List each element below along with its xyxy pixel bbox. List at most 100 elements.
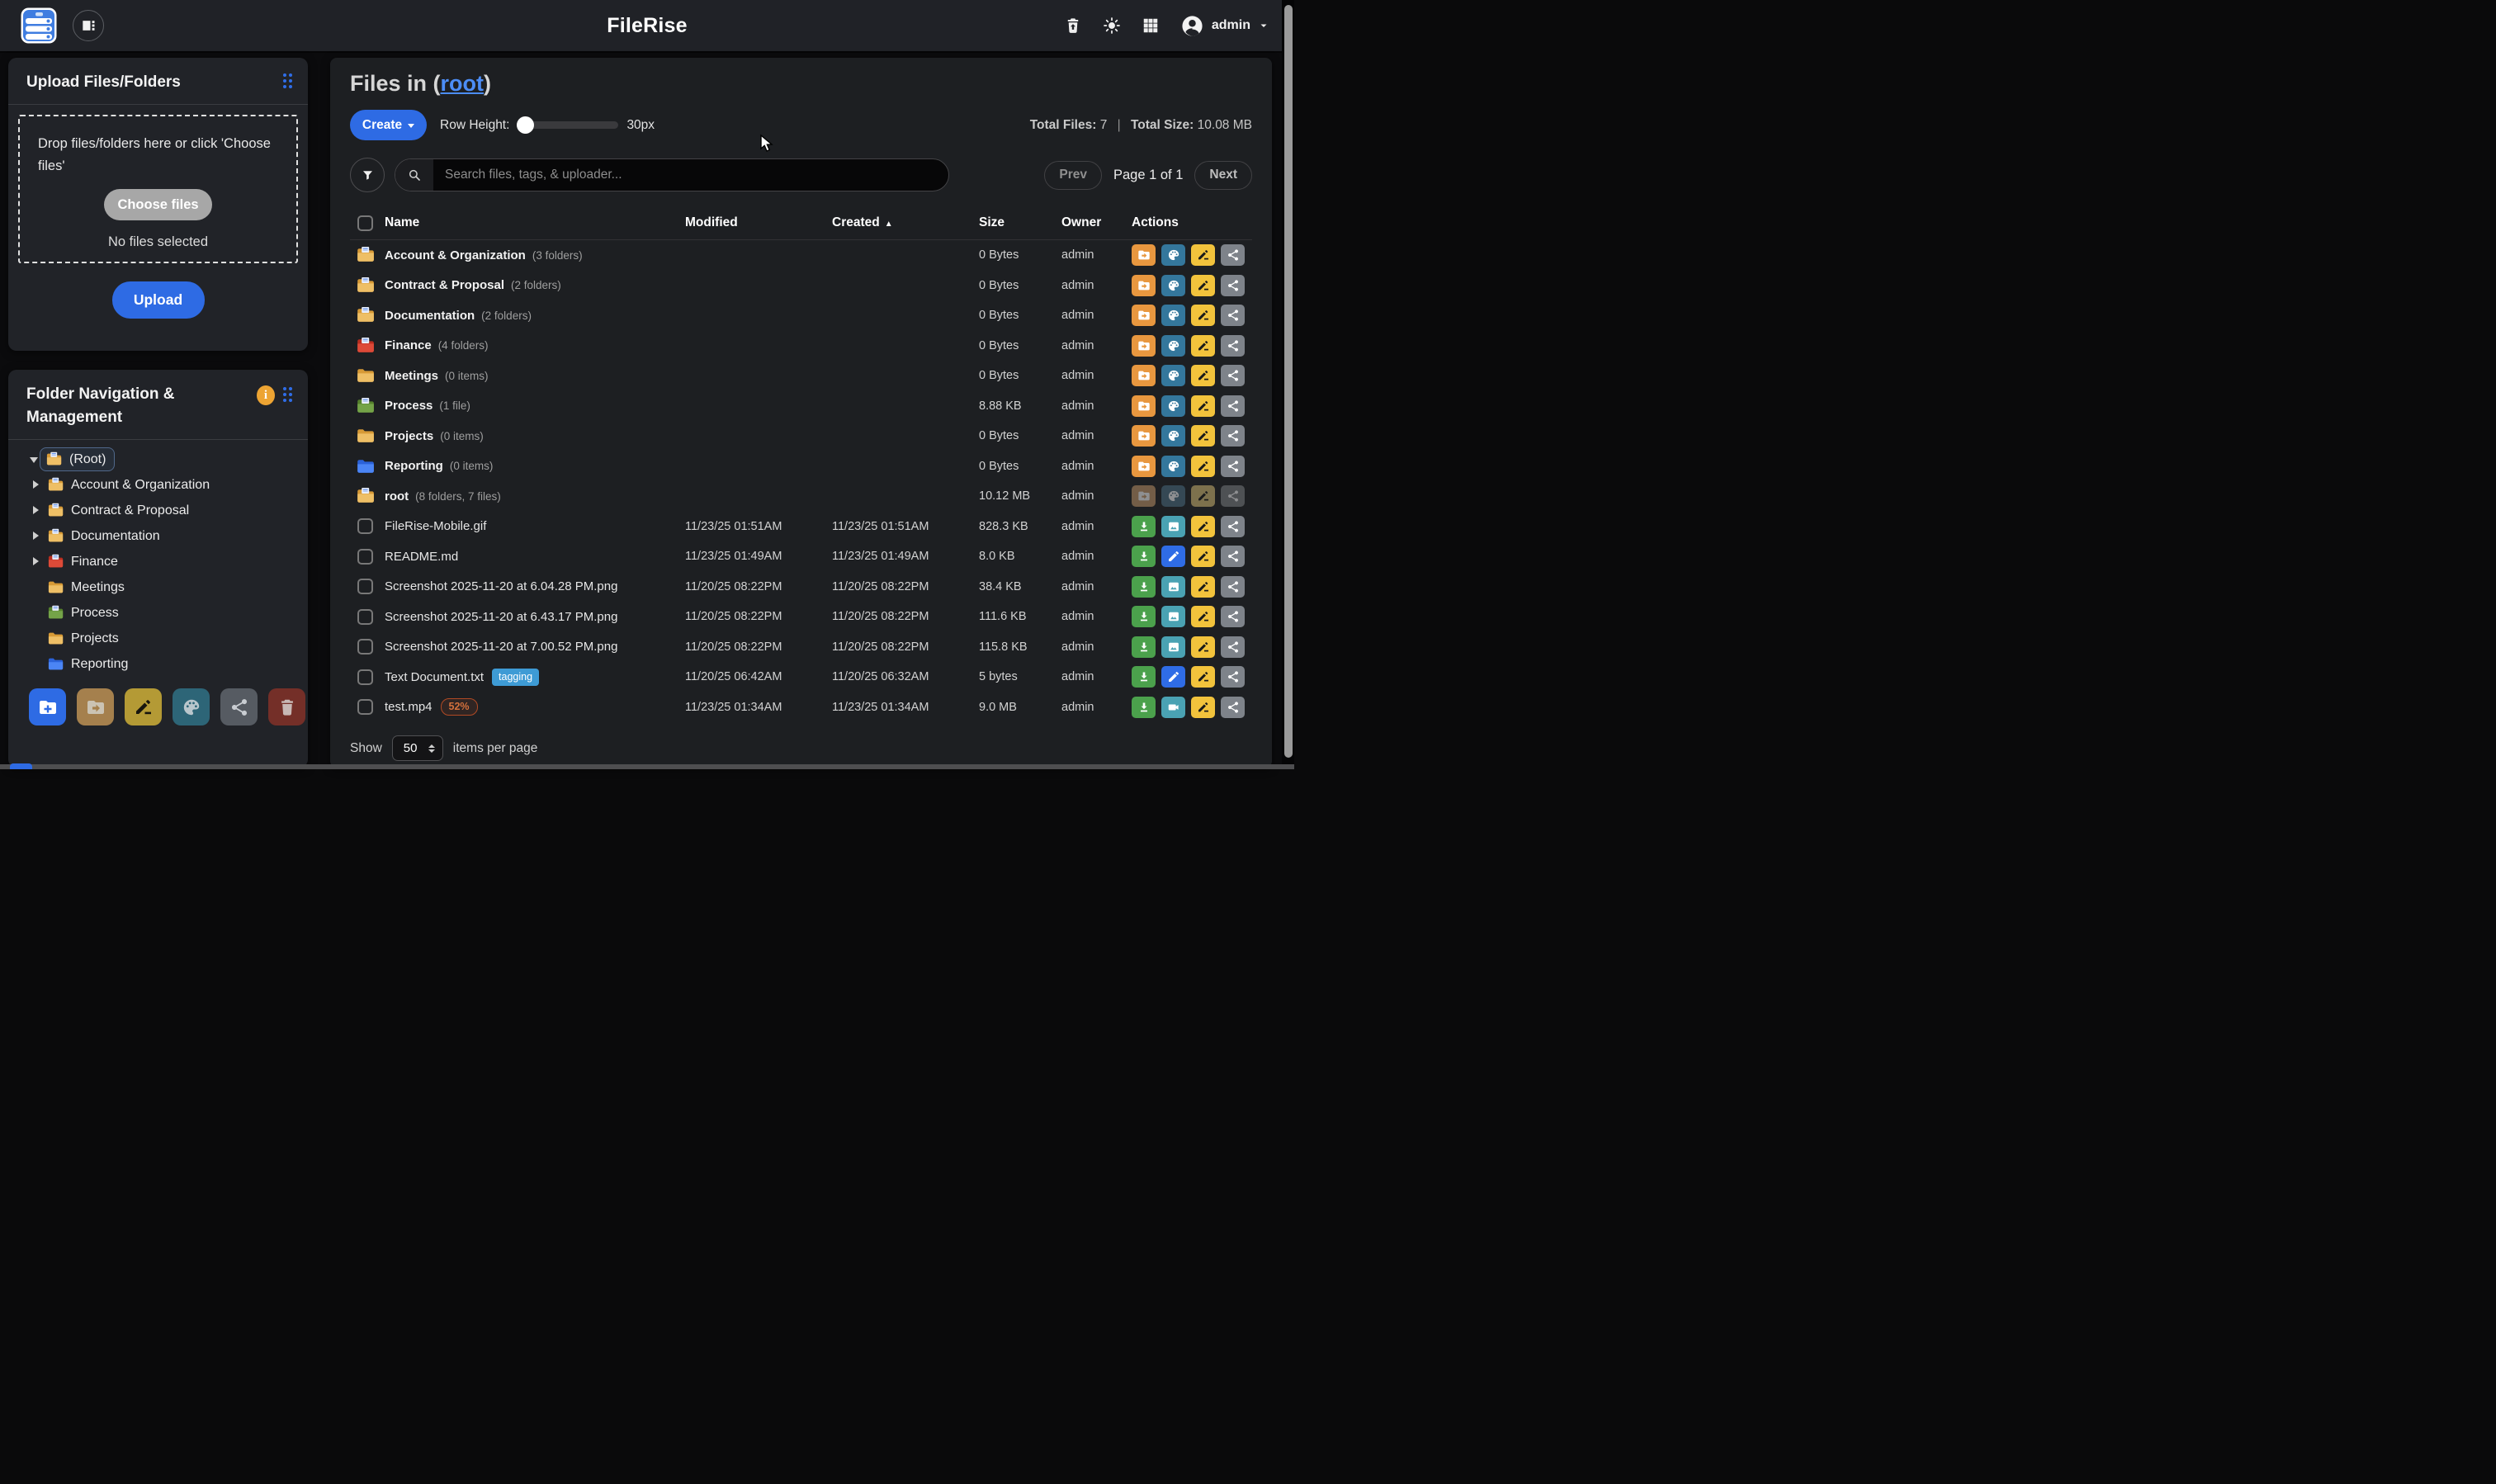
folder-name[interactable]: Finance(4 folders)	[385, 338, 685, 352]
folder-name[interactable]: Account & Organization(3 folders)	[385, 248, 685, 262]
folder-row-root[interactable]: root(8 folders, 7 files)10.12 MBadmin	[350, 481, 1252, 512]
tree-caret-icon[interactable]	[30, 503, 41, 518]
download-action-button[interactable]	[1132, 697, 1156, 718]
file-row-readme-md[interactable]: README.md11/23/25 01:49AM11/23/25 01:49A…	[350, 541, 1252, 572]
download-action-button[interactable]	[1132, 666, 1156, 688]
column-header-created[interactable]: Created▲	[832, 215, 979, 230]
next-page-button[interactable]: Next	[1194, 161, 1252, 190]
delete-folder-button[interactable]	[268, 688, 305, 725]
tree-item-meetings[interactable]: Meetings	[18, 574, 301, 600]
image-action-button[interactable]	[1161, 636, 1185, 658]
share-action-button[interactable]	[1221, 697, 1245, 718]
share-action-button[interactable]	[1221, 485, 1245, 507]
edit-action-button[interactable]	[1161, 546, 1185, 567]
palette-action-button[interactable]	[1161, 485, 1185, 507]
tree-item-contract-proposal[interactable]: Contract & Proposal	[18, 498, 301, 523]
edit-action-button[interactable]	[1161, 666, 1185, 688]
palette-action-button[interactable]	[1161, 335, 1185, 357]
prev-page-button[interactable]: Prev	[1044, 161, 1102, 190]
folder-move-action-button[interactable]	[1132, 425, 1156, 447]
column-header-owner[interactable]: Owner	[1061, 215, 1132, 230]
file-name[interactable]: Screenshot 2025-11-20 at 6.04.28 PM.png	[385, 579, 685, 593]
items-per-page-select[interactable]: 50	[392, 735, 443, 761]
drag-handle-icon[interactable]	[283, 73, 295, 90]
folder-move-action-button[interactable]	[1132, 485, 1156, 507]
rename-action-button[interactable]	[1191, 395, 1215, 417]
share-action-button[interactable]	[1221, 275, 1245, 296]
rename-action-button[interactable]	[1191, 485, 1215, 507]
folder-name[interactable]: Reporting(0 items)	[385, 459, 685, 473]
filter-button[interactable]	[350, 158, 385, 192]
folder-row-documentation[interactable]: Documentation(2 folders)0 Bytesadmin	[350, 300, 1252, 331]
rename-action-button[interactable]	[1191, 365, 1215, 386]
folder-row-meetings[interactable]: Meetings(0 items)0 Bytesadmin	[350, 361, 1252, 391]
folder-name[interactable]: Projects(0 items)	[385, 429, 685, 443]
folder-row-finance[interactable]: Finance(4 folders)0 Bytesadmin	[350, 331, 1252, 362]
rename-action-button[interactable]	[1191, 546, 1215, 567]
column-header-name[interactable]: Name	[385, 215, 685, 230]
rename-action-button[interactable]	[1191, 244, 1215, 266]
tree-item-documentation[interactable]: Documentation	[18, 523, 301, 549]
file-row-test-mp4[interactable]: test.mp452%11/23/25 01:34AM11/23/25 01:3…	[350, 692, 1252, 723]
create-folder-button[interactable]	[29, 688, 66, 725]
tree-caret-icon[interactable]	[30, 529, 41, 544]
download-action-button[interactable]	[1132, 576, 1156, 598]
row-checkbox[interactable]	[357, 549, 373, 565]
palette-action-button[interactable]	[1161, 425, 1185, 447]
folder-name[interactable]: Meetings(0 items)	[385, 369, 685, 383]
file-name[interactable]: Screenshot 2025-11-20 at 7.00.52 PM.png	[385, 640, 685, 654]
palette-action-button[interactable]	[1161, 275, 1185, 296]
palette-action-button[interactable]	[1161, 395, 1185, 417]
tree-caret-icon[interactable]	[30, 478, 41, 493]
file-row-screenshot-2025-11-20-at-6-04-28-pm-png[interactable]: Screenshot 2025-11-20 at 6.04.28 PM.png1…	[350, 572, 1252, 603]
scrollbar-thumb[interactable]	[1284, 5, 1293, 758]
folder-name[interactable]: Documentation(2 folders)	[385, 309, 685, 323]
file-name[interactable]: test.mp452%	[385, 698, 685, 716]
tree-caret-icon[interactable]	[30, 555, 41, 569]
download-action-button[interactable]	[1132, 606, 1156, 627]
file-row-text-document-txt[interactable]: Text Document.txttagging11/20/25 06:42AM…	[350, 662, 1252, 692]
download-action-button[interactable]	[1132, 546, 1156, 567]
tree-caret-icon[interactable]	[28, 452, 40, 467]
folder-row-projects[interactable]: Projects(0 items)0 Bytesadmin	[350, 421, 1252, 451]
folder-name[interactable]: Contract & Proposal(2 folders)	[385, 278, 685, 292]
share-action-button[interactable]	[1221, 365, 1245, 386]
file-row-screenshot-2025-11-20-at-6-43-17-pm-png[interactable]: Screenshot 2025-11-20 at 6.43.17 PM.png1…	[350, 602, 1252, 632]
rename-action-button[interactable]	[1191, 335, 1215, 357]
tree-item-projects[interactable]: Projects	[18, 626, 301, 651]
image-action-button[interactable]	[1161, 606, 1185, 627]
share-action-button[interactable]	[1221, 576, 1245, 598]
folder-row-contract-proposal[interactable]: Contract & Proposal(2 folders)0 Bytesadm…	[350, 271, 1252, 301]
user-menu[interactable]: admin	[1180, 14, 1269, 38]
rename-action-button[interactable]	[1191, 697, 1215, 718]
share-action-button[interactable]	[1221, 425, 1245, 447]
file-row-screenshot-2025-11-20-at-7-00-52-pm-png[interactable]: Screenshot 2025-11-20 at 7.00.52 PM.png1…	[350, 632, 1252, 663]
row-checkbox[interactable]	[357, 579, 373, 594]
folder-move-action-button[interactable]	[1132, 275, 1156, 296]
palette-action-button[interactable]	[1161, 305, 1185, 326]
search-input[interactable]	[433, 159, 948, 191]
tree-item-body[interactable]: Process	[41, 601, 128, 625]
rename-action-button[interactable]	[1191, 576, 1215, 598]
row-checkbox[interactable]	[357, 609, 373, 625]
tree-item-account-organization[interactable]: Account & Organization	[18, 472, 301, 498]
share-action-button[interactable]	[1221, 606, 1245, 627]
image-action-button[interactable]	[1161, 516, 1185, 537]
folder-row-reporting[interactable]: Reporting(0 items)0 Bytesadmin	[350, 451, 1252, 482]
tree-item-body[interactable]: Contract & Proposal	[41, 499, 198, 522]
download-action-button[interactable]	[1132, 516, 1156, 537]
share-action-button[interactable]	[1221, 244, 1245, 266]
drag-handle-icon[interactable]	[283, 387, 295, 404]
palette-action-button[interactable]	[1161, 456, 1185, 477]
folder-move-action-button[interactable]	[1132, 365, 1156, 386]
rename-action-button[interactable]	[1191, 456, 1215, 477]
rename-action-button[interactable]	[1191, 275, 1215, 296]
share-action-button[interactable]	[1221, 516, 1245, 537]
row-checkbox[interactable]	[357, 639, 373, 655]
share-action-button[interactable]	[1221, 305, 1245, 326]
tree-item-body[interactable]: Documentation	[41, 524, 169, 548]
rename-action-button[interactable]	[1191, 516, 1215, 537]
theme-toggle-sun-icon[interactable]	[1103, 17, 1121, 35]
move-folder-button[interactable]	[77, 688, 114, 725]
tree-item-body[interactable]: Projects	[41, 626, 128, 650]
